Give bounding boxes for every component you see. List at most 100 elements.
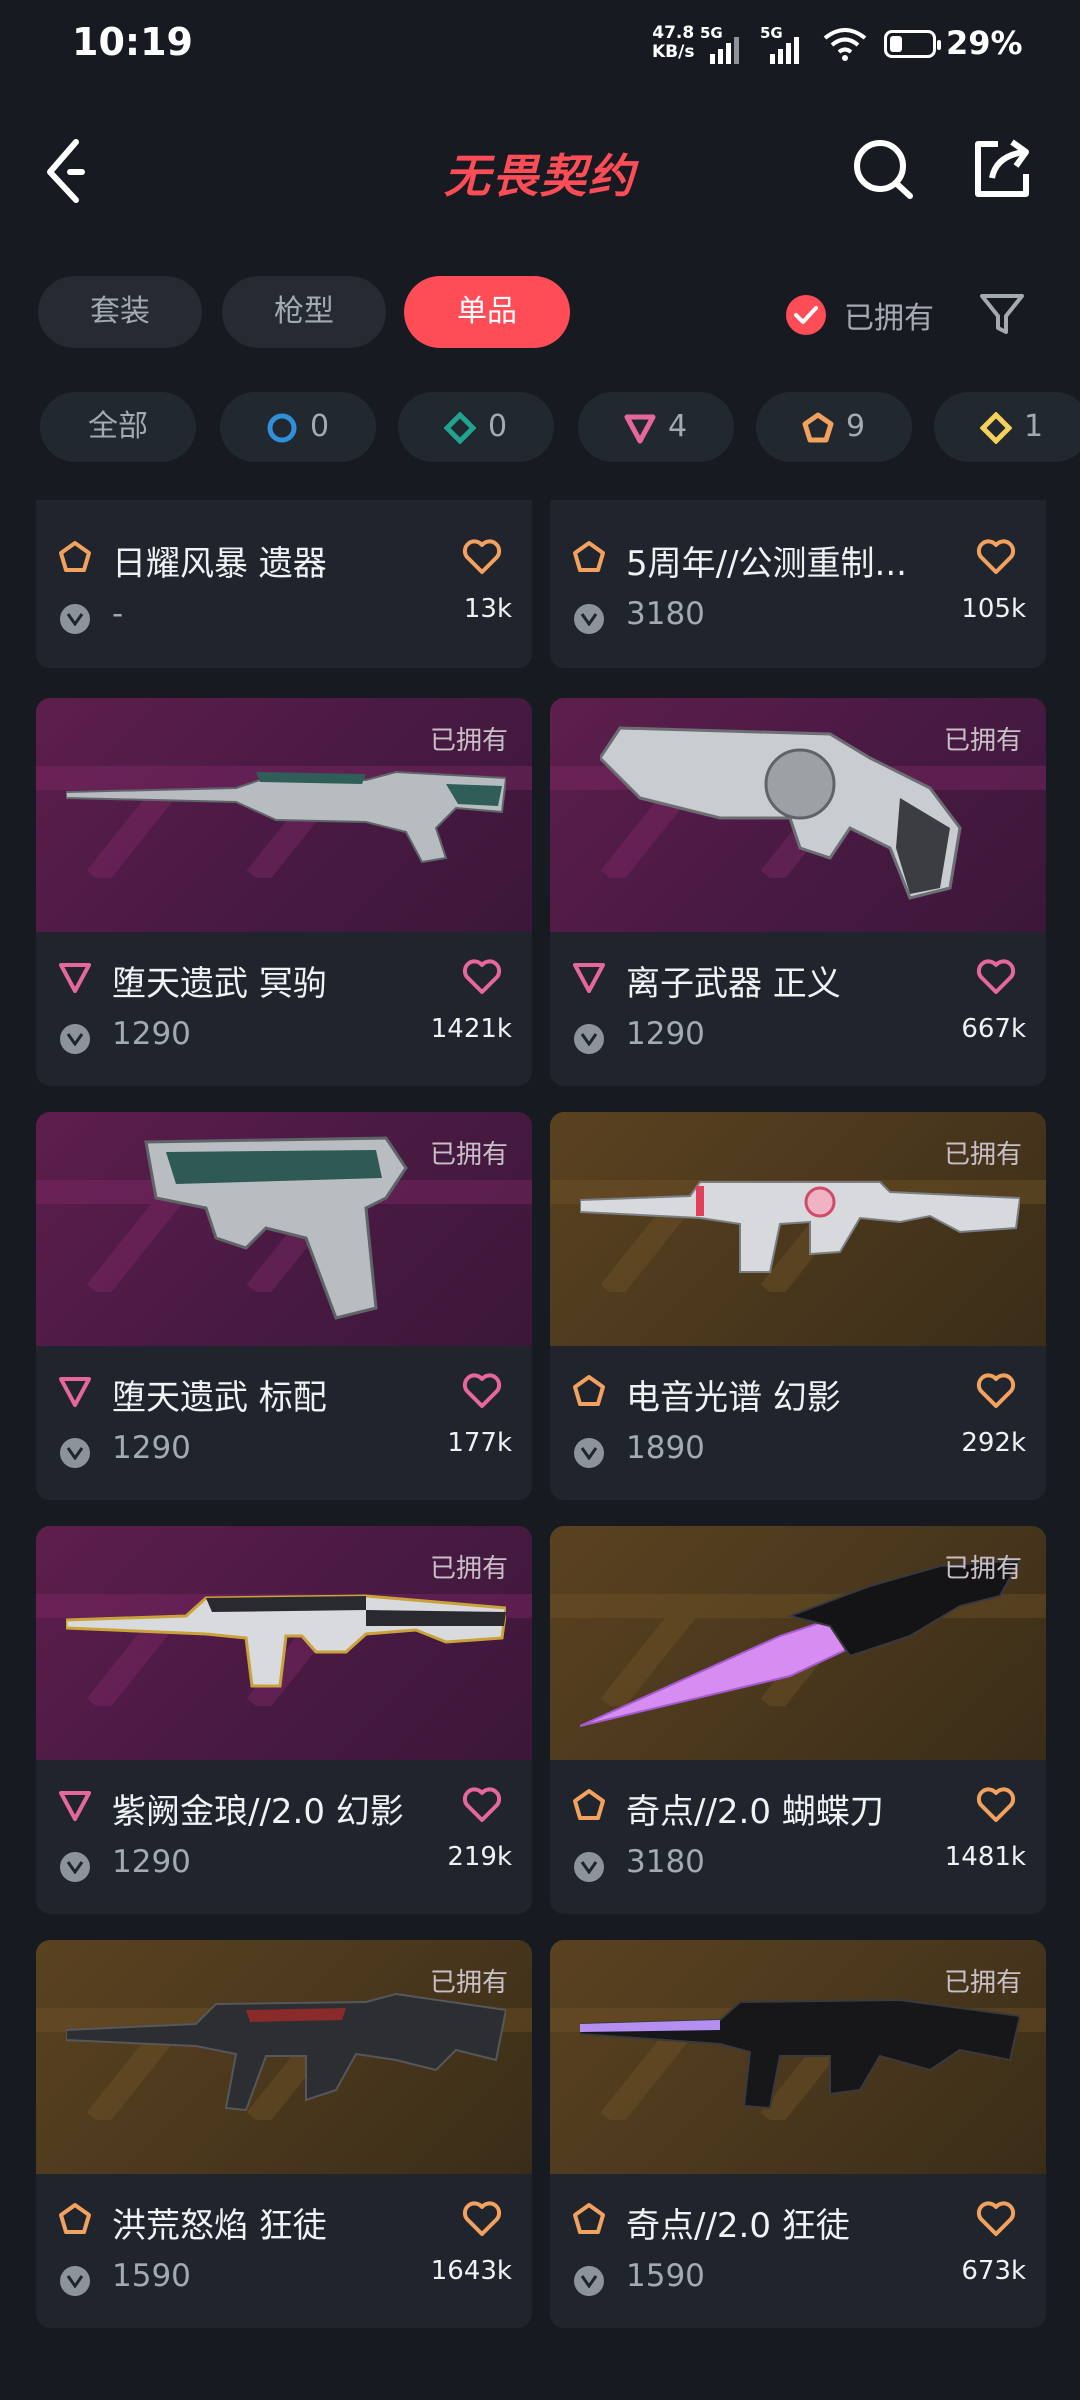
chip-teal-rarity[interactable]: 0 <box>398 392 554 462</box>
item-price: 1890 <box>626 1430 705 1466</box>
wifi-icon <box>823 28 867 61</box>
item-likes: 1481k <box>944 1842 1026 1872</box>
heart-icon[interactable] <box>976 1372 1016 1410</box>
item-name: 电音光谱 幻影 <box>626 1378 841 1418</box>
revolver-image <box>600 726 962 900</box>
heart-icon[interactable] <box>976 958 1016 996</box>
vandal-rifle-image <box>580 1998 1020 2110</box>
item-likes: 219k <box>447 1842 512 1872</box>
item-price: 1290 <box>112 1430 191 1466</box>
vp-currency-icon <box>574 2266 604 2296</box>
item-image: 已拥有 <box>36 698 532 932</box>
status-bar: 10:19 47.8 KB/s 5G 5G 29% <box>0 0 1080 90</box>
chip-orange-rarity[interactable]: 9 <box>756 392 912 462</box>
item-price: 1290 <box>112 1844 191 1880</box>
heart-icon[interactable] <box>976 538 1016 576</box>
orange-pentagon-icon <box>59 2203 91 2234</box>
item-image: 已拥有 <box>550 1112 1046 1346</box>
search-icon[interactable] <box>848 134 918 204</box>
owned-badge: 已拥有 <box>429 1968 508 1998</box>
item-likes: 105k <box>961 594 1026 624</box>
item-card[interactable]: 已拥有 紫阙金琅//2.0 幻影 1290 219k <box>36 1526 532 1914</box>
item-card[interactable]: 已拥有 堕天遗武 标配 1290 177k <box>36 1112 532 1500</box>
vp-currency-icon <box>574 1438 604 1468</box>
item-card[interactable]: 已拥有 奇点//2.0 蝴蝶刀 3180 1481k <box>550 1526 1046 1914</box>
tab-single-item[interactable]: 单品 <box>404 276 570 348</box>
heart-icon[interactable] <box>976 1786 1016 1824</box>
app-header: 无畏契约 <box>0 120 1080 230</box>
pink-triangle-icon <box>573 963 605 993</box>
vp-currency-icon <box>60 604 90 634</box>
chip-blue-rarity[interactable]: 0 <box>220 392 376 462</box>
vp-currency-icon <box>60 1024 90 1054</box>
owned-badge: 已拥有 <box>943 1140 1022 1170</box>
item-name: 离子武器 正义 <box>626 964 841 1004</box>
item-likes: 1421k <box>430 1014 512 1044</box>
item-price: 1290 <box>112 1016 191 1052</box>
vp-currency-icon <box>574 1024 604 1054</box>
pink-triangle-icon <box>59 1791 91 1821</box>
item-card[interactable]: 已拥有 电音光谱 幻影 1890 292k <box>550 1112 1046 1500</box>
yellow-diamond-icon <box>980 412 1012 444</box>
item-price: - <box>112 596 124 632</box>
vp-currency-icon <box>60 1438 90 1468</box>
item-price: 3180 <box>626 596 705 632</box>
item-price: 1590 <box>626 2258 705 2294</box>
orange-pentagon-icon <box>59 541 91 572</box>
vp-currency-icon <box>574 604 604 634</box>
share-icon[interactable] <box>968 134 1038 204</box>
clock: 10:19 <box>72 20 193 64</box>
item-price: 1590 <box>112 2258 191 2294</box>
page-title: 无畏契约 <box>444 149 636 203</box>
orange-pentagon-icon <box>573 541 605 572</box>
pistol-image <box>144 1136 408 1320</box>
chip-yellow-rarity[interactable]: 1 <box>934 392 1080 462</box>
teal-diamond-icon <box>444 412 476 444</box>
item-card[interactable]: 已拥有 堕天遗武 冥驹 1290 1421k <box>36 698 532 1086</box>
chip-all[interactable]: 全部 <box>40 392 196 462</box>
item-card[interactable]: 已拥有 奇点//2.0 狂徒 1590 673k <box>550 1940 1046 2328</box>
item-name: 堕天遗武 标配 <box>112 1378 327 1418</box>
heart-icon[interactable] <box>976 2200 1016 2238</box>
chip-pink-rarity[interactable]: 4 <box>578 392 734 462</box>
heart-icon[interactable] <box>462 1786 502 1824</box>
item-likes: 667k <box>961 1014 1026 1044</box>
item-name: 5周年//公测重制... <box>626 544 907 584</box>
tab-weapon-type[interactable]: 枪型 <box>222 276 386 348</box>
item-image: 已拥有 <box>550 1526 1046 1760</box>
item-name: 奇点//2.0 狂徒 <box>626 2206 850 2246</box>
item-card[interactable]: 日耀风暴 遗器 - 13k <box>36 500 532 668</box>
item-likes: 292k <box>961 1428 1026 1458</box>
phantom-rifle-image <box>66 1594 506 1688</box>
item-image: 已拥有 <box>36 1526 532 1760</box>
heart-icon[interactable] <box>462 1372 502 1410</box>
orange-pentagon-icon <box>573 2203 605 2234</box>
item-card[interactable]: 5周年//公测重制... 3180 105k <box>550 500 1046 668</box>
tab-set[interactable]: 套装 <box>38 276 202 348</box>
heart-icon[interactable] <box>462 2200 502 2238</box>
vp-currency-icon <box>60 2266 90 2296</box>
owned-badge: 已拥有 <box>429 726 508 756</box>
filter-icon[interactable] <box>976 288 1028 340</box>
item-image: 已拥有 <box>550 1940 1046 2174</box>
item-name: 洪荒怒焰 狂徒 <box>112 2206 327 2246</box>
item-likes: 673k <box>961 2256 1026 2286</box>
orange-pentagon-icon <box>573 1789 605 1820</box>
signal-icon: 5G <box>760 24 808 64</box>
orange-pentagon-icon <box>573 1375 605 1406</box>
phantom-rifle-image <box>580 1181 1020 1273</box>
item-card[interactable]: 已拥有 离子武器 正义 1290 667k <box>550 698 1046 1086</box>
pink-triangle-icon <box>59 963 91 993</box>
blue-circle-icon <box>267 413 297 443</box>
item-price: 3180 <box>626 1844 705 1880</box>
item-card[interactable]: 已拥有 洪荒怒焰 狂徒 1590 1643k <box>36 1940 532 2328</box>
owned-badge: 已拥有 <box>429 1140 508 1170</box>
item-image: 已拥有 <box>36 1112 532 1346</box>
heart-icon[interactable] <box>462 958 502 996</box>
heart-icon[interactable] <box>462 538 502 576</box>
pink-triangle-icon <box>59 1377 91 1407</box>
item-likes: 1643k <box>430 2256 512 2286</box>
vp-currency-icon <box>60 1852 90 1882</box>
item-name: 奇点//2.0 蝴蝶刀 <box>626 1792 884 1832</box>
rarity-filter-bar: 全部 0 0 4 9 1 <box>0 392 1080 464</box>
